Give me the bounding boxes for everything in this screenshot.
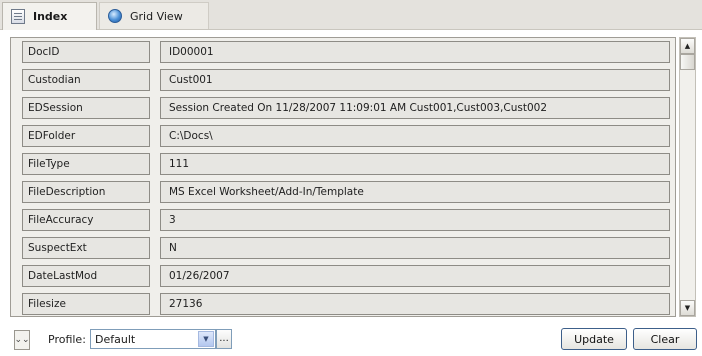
field-value-input[interactable]: Session Created On 11/28/2007 11:09:01 A… [160,97,670,119]
field-value-input[interactable]: C:\Docs\ [160,125,670,147]
field-value-input[interactable]: 111 [160,153,670,175]
field-value-input[interactable]: MS Excel Worksheet/Add-In/Template [160,181,670,203]
tab-strip: Index Grid View [0,0,702,30]
scrollbar-thumb[interactable] [680,54,695,70]
field-name: FileAccuracy [22,209,150,231]
update-button[interactable]: Update [561,328,627,350]
field-name: SuspectExt [22,237,150,259]
expand-chevron-icon[interactable]: ⌄⌄ [14,330,30,350]
tab-index[interactable]: Index [2,2,97,30]
field-name: EDSession [22,97,150,119]
scroll-up-arrow-icon[interactable]: ▲ [680,38,695,54]
field-name: DateLastMod [22,265,150,287]
tab-index-label: Index [33,10,68,23]
field-row: FileType 111 [11,150,675,178]
field-row: EDFolder C:\Docs\ [11,122,675,150]
profile-browse-button[interactable]: ... [216,329,232,349]
field-value-input[interactable]: N [160,237,670,259]
tab-grid-view-label: Grid View [130,9,183,23]
field-row: EDSession Session Created On 11/28/2007 … [11,94,675,122]
field-value-input[interactable]: 01/26/2007 [160,265,670,287]
field-name: DocID [22,41,150,63]
vertical-scrollbar[interactable]: ▲ ▼ [679,37,696,317]
profile-dropdown[interactable]: Default ▼ [90,329,216,349]
chevron-down-icon[interactable]: ▼ [198,331,214,347]
field-name: FileDescription [22,181,150,203]
clear-button[interactable]: Clear [633,328,697,350]
field-name: Custodian [22,69,150,91]
field-value-input[interactable]: ID00001 [160,41,670,63]
field-name: EDFolder [22,125,150,147]
scroll-down-arrow-icon[interactable]: ▼ [680,300,695,316]
field-name: FileType [22,153,150,175]
grid-view-icon [108,9,122,23]
bottom-toolbar: ⌄⌄ Profile: Default ▼ ... Update Clear [0,320,702,356]
profile-label: Profile: [48,333,86,346]
field-value-input[interactable]: 27136 [160,293,670,315]
field-row: Filesize 27136 [11,290,675,316]
field-row: DateLastMod 01/26/2007 [11,262,675,290]
index-icon [11,9,25,24]
field-value-input[interactable]: 3 [160,209,670,231]
field-name: Filesize [22,293,150,315]
field-value-input[interactable]: Cust001 [160,69,670,91]
field-row: FileAccuracy 3 [11,206,675,234]
field-row: DocID ID00001 [11,38,675,66]
field-row: Custodian Cust001 [11,66,675,94]
field-row: FileDescription MS Excel Worksheet/Add-I… [11,178,675,206]
index-field-panel: DocID ID00001 Custodian Cust001 EDSessio… [10,37,676,317]
tab-grid-view[interactable]: Grid View [99,2,209,29]
field-row: SuspectExt N [11,234,675,262]
profile-selected-value: Default [95,333,136,346]
